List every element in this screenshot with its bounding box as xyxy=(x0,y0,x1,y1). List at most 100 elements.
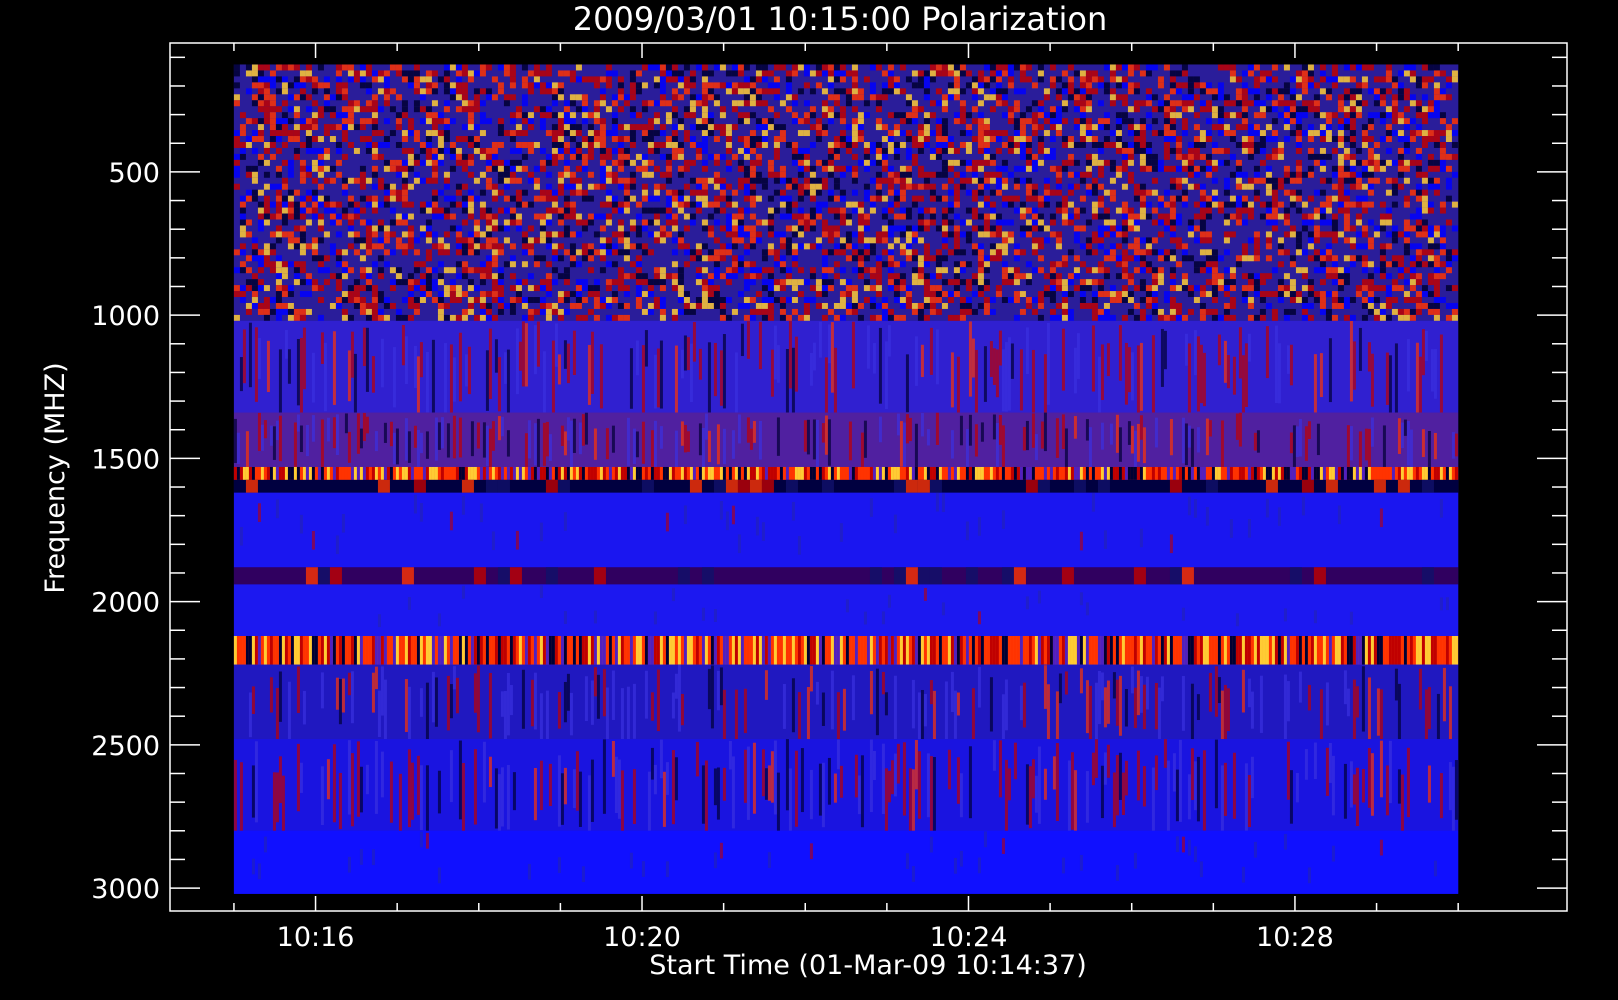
heatmap-cell xyxy=(935,273,942,280)
heatmap-cell xyxy=(1079,225,1086,232)
heatmap-cell xyxy=(1331,136,1338,142)
heatmap-cell xyxy=(1319,70,1326,77)
heatmap-cell xyxy=(1325,219,1332,226)
heatmap-streak xyxy=(1328,338,1332,403)
heatmap-cell xyxy=(539,302,546,309)
heatmap-cell xyxy=(1241,297,1248,303)
heatmap-cell xyxy=(1265,302,1272,309)
heatmap-cell xyxy=(341,314,348,321)
heatmap-cell xyxy=(1049,267,1056,274)
heatmap-cell xyxy=(665,153,672,160)
heatmap-cell xyxy=(953,285,960,292)
heatmap-cell xyxy=(389,302,396,309)
heatmap-cell xyxy=(305,207,312,214)
heatmap-cell xyxy=(863,112,870,119)
heatmap-cell xyxy=(443,213,450,220)
heatmap-cell xyxy=(395,213,402,220)
heatmap-cell xyxy=(653,147,660,154)
heatmap-cell xyxy=(1373,308,1380,315)
heatmap-cell xyxy=(1193,153,1200,160)
heatmap-cell xyxy=(569,213,576,220)
heatmap-cell xyxy=(767,279,774,286)
heatmap-streak xyxy=(1184,333,1188,366)
heatmap-cell xyxy=(983,177,990,184)
heatmap-cell xyxy=(1121,141,1128,148)
heatmap-cell xyxy=(1115,171,1122,178)
heatmap-cell xyxy=(725,314,732,321)
heatmap-cell xyxy=(281,285,288,292)
heatmap-cell xyxy=(1211,141,1218,148)
heatmap-cell xyxy=(1019,308,1026,315)
heatmap-cell xyxy=(497,279,504,286)
heatmap-cell xyxy=(545,237,552,244)
heatmap-cell xyxy=(575,183,582,190)
heatmap-cell xyxy=(1163,213,1170,220)
heatmap-cell xyxy=(335,141,342,148)
heatmap-cell xyxy=(653,267,660,274)
heatmap-cell xyxy=(623,195,630,202)
heatmap-cell xyxy=(305,189,312,196)
heatmap-cell xyxy=(1271,225,1278,232)
heatmap-cell xyxy=(773,189,780,196)
heatmap-cell xyxy=(1325,136,1332,142)
heatmap-cell xyxy=(461,183,468,190)
heatmap-cell xyxy=(1043,189,1050,196)
heatmap-cell xyxy=(341,106,348,113)
heatmap-cell xyxy=(977,183,984,190)
heatmap-cell xyxy=(809,177,816,184)
heatmap-cell xyxy=(743,243,750,250)
heatmap-cell xyxy=(659,171,666,178)
heatmap-cell xyxy=(509,177,516,184)
heatmap-cell xyxy=(611,243,618,250)
heatmap-cell xyxy=(1103,207,1110,214)
heatmap-cell xyxy=(1295,177,1302,184)
heatmap-cell xyxy=(533,64,540,71)
heatmap-cell xyxy=(1337,94,1344,101)
heatmap-cell xyxy=(965,124,972,131)
heatmap-cell xyxy=(1211,159,1218,166)
heatmap-cell xyxy=(791,255,798,262)
heatmap-cell xyxy=(1073,183,1080,190)
heatmap-cell xyxy=(1145,201,1152,208)
heatmap-cell xyxy=(737,82,744,89)
heatmap-cell xyxy=(1229,76,1236,83)
heatmap-cell xyxy=(1199,291,1206,298)
heatmap-streak xyxy=(1247,333,1251,362)
heatmap-cell xyxy=(587,213,594,220)
heatmap-cell xyxy=(1127,70,1134,77)
heatmap-cell xyxy=(1127,219,1134,226)
heatmap-cell xyxy=(737,70,744,77)
heatmap-cell xyxy=(521,243,528,250)
heatmap-cell xyxy=(563,308,570,315)
heatmap-cell xyxy=(1445,195,1452,202)
heatmap-cell xyxy=(1367,237,1374,244)
heatmap-cell xyxy=(1079,195,1086,202)
heatmap-cell xyxy=(371,207,378,214)
heatmap-cell xyxy=(569,112,576,119)
heatmap-cell xyxy=(443,124,450,131)
heatmap-cell xyxy=(785,88,792,95)
heatmap-cell xyxy=(1109,189,1116,196)
heatmap-cell xyxy=(251,297,258,303)
heatmap-cell xyxy=(269,118,276,125)
heatmap-cell xyxy=(1169,118,1176,125)
heatmap-cell xyxy=(911,141,918,148)
heatmap-cell xyxy=(713,285,720,292)
heatmap-cell xyxy=(869,201,876,208)
heatmap-cell xyxy=(887,267,894,274)
heatmap-cell xyxy=(515,213,522,220)
heatmap-cell xyxy=(545,243,552,250)
heatmap-cell xyxy=(311,285,318,292)
heatmap-cell xyxy=(281,267,288,274)
heatmap-cell xyxy=(1415,249,1422,256)
heatmap-cell xyxy=(1319,255,1326,262)
heatmap-cell xyxy=(1097,171,1104,178)
heatmap-cell xyxy=(1151,64,1158,71)
heatmap-cell xyxy=(1241,124,1248,131)
heatmap-cell xyxy=(323,207,330,214)
heatmap-cell xyxy=(1409,255,1416,262)
heatmap-cell xyxy=(683,308,690,315)
heatmap-cell xyxy=(545,82,552,89)
heatmap-cell xyxy=(485,219,492,226)
heatmap-cell xyxy=(959,118,966,125)
